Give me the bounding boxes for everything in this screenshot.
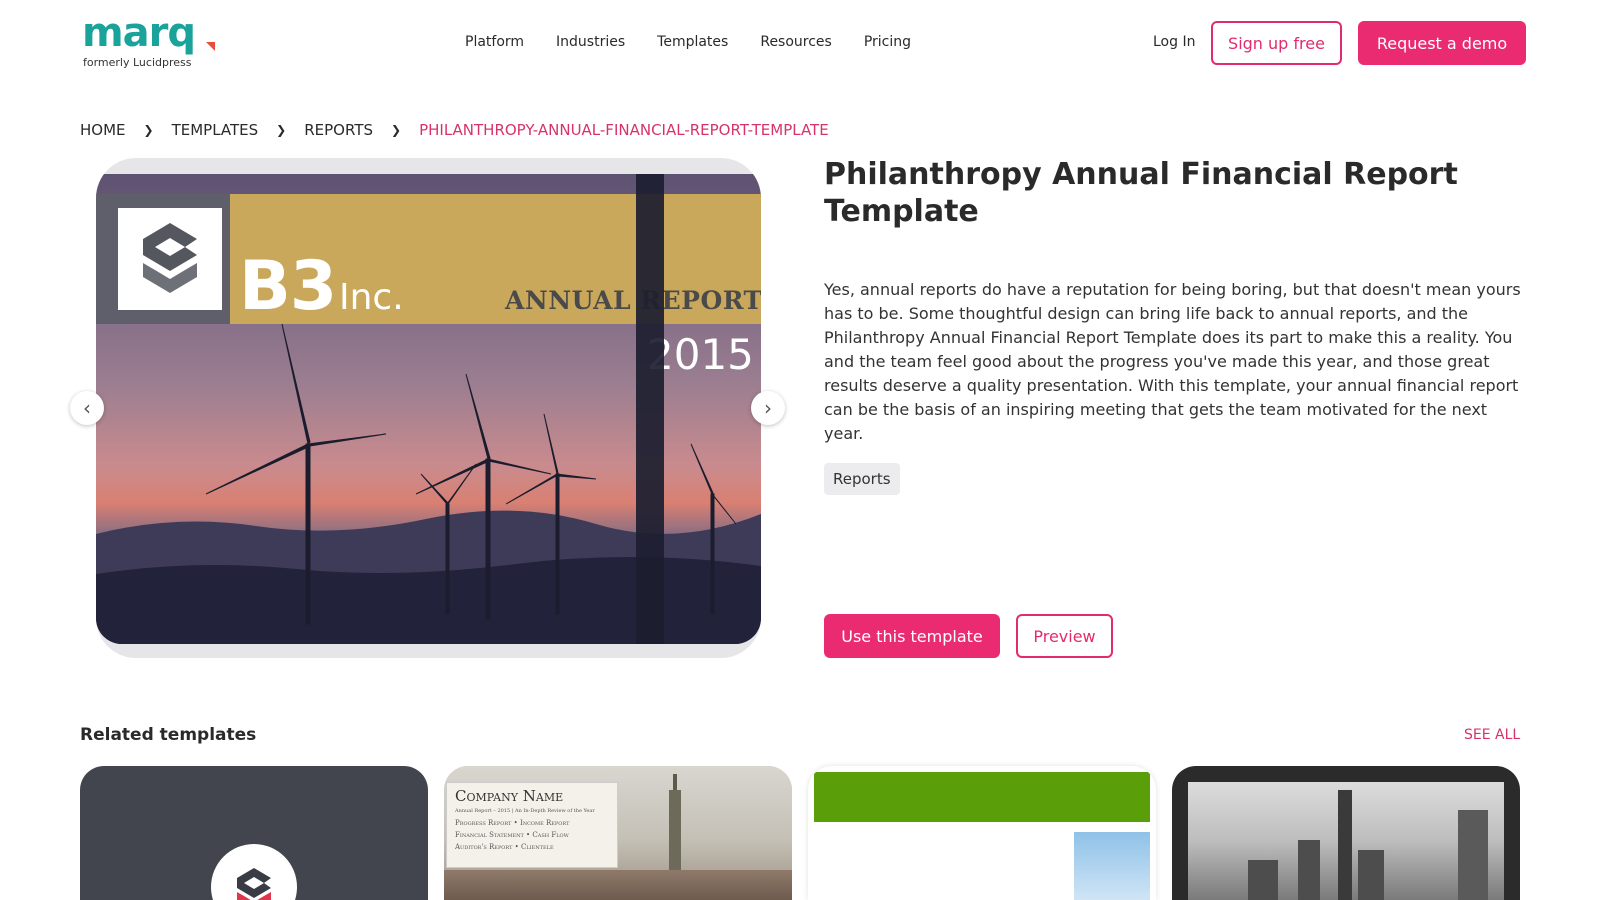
site-header: marq formerly Lucidpress Platform Indust… [0, 0, 1600, 86]
chevron-right-icon: ❯ [391, 123, 402, 137]
page-title: Philanthropy Annual Financial Report Tem… [824, 157, 1458, 229]
card-cover-label: Company Name Annual Report – 2015 | An I… [446, 782, 618, 868]
related-template-card[interactable] [808, 766, 1156, 900]
nav-platform[interactable]: Platform [465, 33, 524, 51]
request-demo-button[interactable]: Request a demo [1358, 21, 1526, 65]
building-shape [1458, 810, 1488, 900]
card-line: Progress Report • Income Report [455, 819, 570, 827]
breadcrumb-templates[interactable]: TEMPLATES [172, 120, 259, 140]
carousel-prev-icon[interactable]: ‹ [70, 391, 104, 425]
card-line: Auditor's Report • Clientele [455, 843, 554, 851]
skyline-photo [1188, 782, 1504, 900]
logo-subtitle: formerly Lucidpress [83, 56, 192, 69]
related-template-card[interactable] [80, 766, 428, 900]
building-shape [1248, 860, 1278, 900]
breadcrumb-reports[interactable]: REPORTS [304, 120, 373, 140]
marq-logo[interactable]: marq formerly Lucidpress [82, 12, 222, 72]
main-nav: Platform Industries Templates Resources … [465, 33, 943, 51]
related-templates-heading: Related templates [80, 725, 257, 745]
building-shape [1338, 790, 1352, 900]
carousel-slide: B3 Inc. ANNUAL REPORT 2015 [96, 174, 761, 644]
template-description: Yes, annual reports do have a reputation… [824, 280, 1521, 443]
building-shape [1298, 840, 1320, 900]
logo-accent-icon [206, 42, 215, 51]
use-template-button[interactable]: Use this template [824, 614, 1000, 658]
nav-pricing[interactable]: Pricing [864, 33, 911, 51]
card-line: Financial Statement • Cash Flow [455, 831, 569, 839]
login-link[interactable]: Log In [1153, 33, 1195, 51]
preview-button[interactable]: Preview [1016, 614, 1113, 658]
category-tag[interactable]: Reports [824, 463, 900, 495]
card-subtitle: Annual Report – 2015 | An In-Depth Revie… [455, 808, 595, 814]
chevron-right-icon: ❯ [143, 123, 154, 137]
chevron-right-icon: ❯ [276, 123, 287, 137]
city-skyline [444, 870, 792, 900]
green-header-bar [814, 772, 1150, 822]
nav-resources[interactable]: Resources [760, 33, 832, 51]
template-carousel: B3 Inc. ANNUAL REPORT 2015 [96, 158, 761, 658]
related-template-card[interactable]: Company Name Annual Report – 2015 | An I… [444, 766, 792, 900]
breadcrumb-home[interactable]: HOME [80, 120, 126, 140]
card-company-name: Company Name [455, 787, 564, 805]
nav-industries[interactable]: Industries [556, 33, 625, 51]
carousel-next-icon[interactable]: › [751, 391, 785, 425]
see-all-link[interactable]: SEE ALL [1464, 726, 1520, 744]
nav-templates[interactable]: Templates [657, 33, 728, 51]
sky-photo-thumbnail [1074, 832, 1150, 900]
wind-turbines-illustration [96, 174, 761, 644]
logo-wordmark: marq [82, 10, 196, 56]
signup-button[interactable]: Sign up free [1211, 21, 1342, 65]
breadcrumb-current: PHILANTHROPY-ANNUAL-FINANCIAL-REPORT-TEM… [419, 121, 829, 139]
template-logo-icon [211, 844, 297, 900]
related-template-card[interactable] [1172, 766, 1520, 900]
breadcrumb: HOME ❯ TEMPLATES ❯ REPORTS ❯ PHILANTHROP… [80, 120, 829, 140]
building-shape [1358, 850, 1384, 900]
